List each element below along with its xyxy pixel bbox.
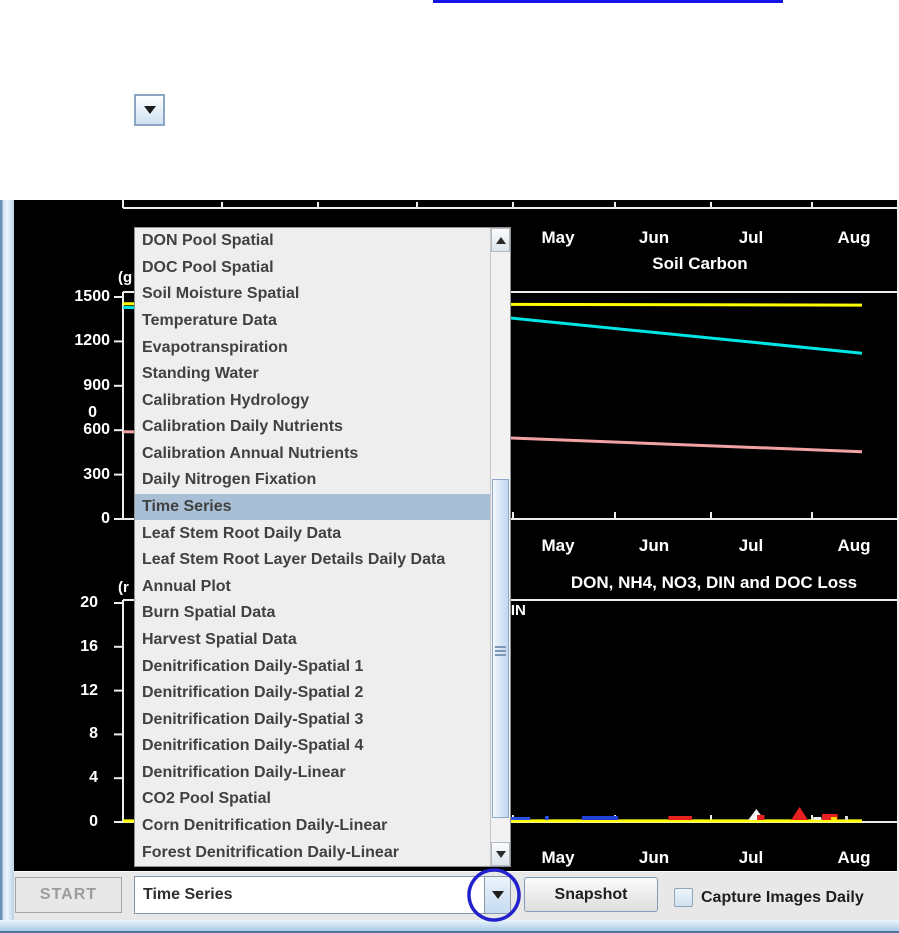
month-label: Aug	[837, 536, 871, 555]
link-underline[interactable]	[433, 0, 783, 3]
y-tick-label: 16	[80, 637, 98, 655]
collapsed-dropdown-button[interactable]	[134, 94, 165, 126]
y-tick-label: 8	[89, 725, 98, 743]
popup-item[interactable]: Temperature Data	[135, 308, 490, 335]
month-label: Jul	[738, 228, 764, 247]
y-tick-label: 12	[80, 681, 98, 699]
popup-item[interactable]: Harvest Spatial Data	[135, 627, 490, 654]
scrollbar-grip-icon	[495, 646, 506, 648]
start-button[interactable]: START	[15, 877, 122, 913]
popup-scrollbar	[490, 228, 510, 866]
popup-item[interactable]: Leaf Stem Root Daily Data	[135, 520, 490, 547]
popup-item[interactable]: Daily Nitrogen Fixation	[135, 467, 490, 494]
popup-item[interactable]: Denitrification Daily-Spatial 3	[135, 706, 490, 733]
scrollbar-thumb[interactable]	[492, 479, 509, 818]
top-axis-zero-label: 0	[88, 404, 97, 421]
loss-chart-title: DON, NH4, NO3, DIN and DOC Loss	[570, 573, 858, 592]
arrow-down-icon	[495, 850, 506, 858]
app-screen: { "colors": { "panel_bg": "#000000", "se…	[0, 0, 899, 933]
y-tick-label: 4	[89, 769, 98, 787]
plot-type-list: DON Pool Spatial DOC Pool Spatial Soil Moi…	[135, 228, 490, 866]
combobox-value: Time Series	[143, 886, 233, 903]
y-tick-label: 1200	[74, 332, 110, 350]
popup-item[interactable]: Burn Spatial Data	[135, 600, 490, 627]
combobox-arrow-button[interactable]	[484, 877, 510, 913]
popup-item[interactable]: Standing Water	[135, 361, 490, 388]
soil-carbon-title: Soil Carbon	[652, 254, 748, 273]
popup-item[interactable]: Denitrification Daily-Spatial 2	[135, 680, 490, 707]
month-label: Jun	[638, 848, 670, 867]
month-label: Aug	[837, 848, 871, 867]
month-label: Jul	[738, 536, 764, 555]
popup-item[interactable]: Soil Moisture Spatial	[135, 281, 490, 308]
month-label: May	[541, 848, 575, 867]
loss-chart-ylabel-partial: (r	[118, 579, 129, 596]
popup-item[interactable]: Denitrification Daily-Spatial 4	[135, 733, 490, 760]
y-tick-label: 20	[80, 594, 98, 611]
month-label: Aug	[837, 228, 871, 247]
plot-type-combobox[interactable]: Time Series	[134, 876, 511, 914]
y-tick-label: 600	[83, 421, 110, 439]
y-tick-label: 0	[101, 510, 110, 527]
popup-item[interactable]: Denitrification Daily-Spatial 1	[135, 653, 490, 680]
capture-daily-label: Capture Images Daily	[701, 889, 864, 906]
chevron-down-icon	[491, 891, 504, 899]
month-label: Jun	[638, 228, 670, 247]
month-label: Jun	[638, 536, 670, 555]
popup-item[interactable]: Calibration Annual Nutrients	[135, 441, 490, 468]
popup-item[interactable]: Calibration Daily Nutrients	[135, 414, 490, 441]
month-label: May	[541, 536, 575, 555]
popup-item[interactable]: Denitrification Daily-Linear	[135, 760, 490, 787]
popup-item[interactable]: Leaf Stem Root Layer Details Daily Data	[135, 547, 490, 574]
popup-item[interactable]: Evapotranspiration	[135, 334, 490, 361]
arrow-up-icon	[495, 236, 506, 244]
soil-carbon-ylabel-partial: (g	[118, 269, 133, 286]
y-tick-label: 300	[83, 465, 110, 483]
popup-item[interactable]: CO2 Pool Spatial	[135, 786, 490, 813]
y-tick-label: 1500	[74, 288, 110, 305]
y-tick-label: 0	[89, 813, 98, 830]
window-bottom-border	[0, 920, 899, 933]
snapshot-button[interactable]: Snapshot	[524, 877, 658, 912]
popup-item[interactable]: Forest Denitrification Daily-Linear	[135, 839, 490, 866]
month-label: May	[541, 228, 575, 247]
popup-item[interactable]: DON Pool Spatial	[135, 228, 490, 255]
window-left-border	[0, 200, 14, 933]
scrollbar-up-button[interactable]	[491, 228, 510, 252]
popup-item[interactable]: Annual Plot	[135, 574, 490, 601]
plot-type-dropdown-popup: DON Pool Spatial DOC Pool Spatial Soil Moi…	[134, 227, 511, 867]
chevron-down-icon	[143, 106, 156, 114]
popup-item[interactable]: Calibration Hydrology	[135, 387, 490, 414]
y-tick-label: 900	[83, 376, 110, 394]
month-label: Jul	[738, 848, 764, 867]
popup-item[interactable]: Time Series	[135, 493, 490, 521]
scrollbar-down-button[interactable]	[491, 842, 510, 866]
popup-item[interactable]: DOC Pool Spatial	[135, 255, 490, 282]
popup-item[interactable]: Corn Denitrification Daily-Linear	[135, 813, 490, 840]
capture-daily-checkbox[interactable]	[674, 888, 693, 907]
